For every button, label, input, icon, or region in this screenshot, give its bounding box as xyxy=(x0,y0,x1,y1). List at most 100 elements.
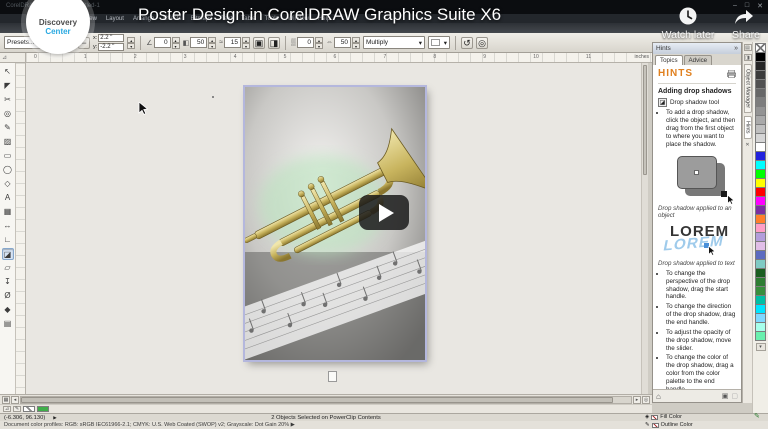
lorem-text: LOREM xyxy=(670,223,730,241)
docker-collapse-icon[interactable]: » xyxy=(734,44,738,54)
spin-down-icon[interactable]: ▾ xyxy=(208,42,217,49)
watch-later-clock-icon[interactable] xyxy=(678,6,698,26)
spin-down-icon[interactable]: ▾ xyxy=(315,42,323,49)
fill-color-swatch[interactable] xyxy=(651,414,659,420)
eyedropper-mini-icon[interactable]: ✎ xyxy=(13,406,21,412)
shape-tool[interactable]: ◤ xyxy=(2,80,14,92)
palette-flyout-icon[interactable]: ⊿ xyxy=(3,406,11,412)
table-tool[interactable]: ▦ xyxy=(2,206,14,218)
x-offset-field[interactable]: 2.2 " xyxy=(98,34,125,42)
gallery-icon[interactable]: ▣ xyxy=(722,392,729,400)
presets-label: Presets... xyxy=(7,39,35,46)
spin-down-icon[interactable]: ▾ xyxy=(352,42,360,49)
dock-options-icon[interactable]: ▤ xyxy=(743,44,752,51)
demo-start-handle xyxy=(694,169,699,175)
fill-outline-status: ◈ Fill Color ✎ Outline Color xyxy=(645,414,693,428)
zoom-tool[interactable]: ◎ xyxy=(2,108,14,120)
dimension-tool[interactable]: ↔ xyxy=(2,220,14,232)
copy-shadow-properties-button[interactable]: ↺ xyxy=(461,36,473,49)
feather-direction-button[interactable]: ▣ xyxy=(253,36,266,49)
outline-color-swatch[interactable] xyxy=(651,422,659,428)
document-no-color-swatch[interactable] xyxy=(23,406,35,412)
share-arrow-icon[interactable] xyxy=(734,9,754,26)
dock-tab-hints[interactable]: Hints xyxy=(743,116,752,139)
y-label: y: xyxy=(93,44,98,50)
hscroll-thumb[interactable] xyxy=(21,396,613,403)
video-title[interactable]: Poster Design in CorelDRAW Graphics Suit… xyxy=(138,5,501,25)
separator xyxy=(285,35,287,50)
app-root: CorelDRAW X6 (64-Bit) - Untitled-1 – □ ✕… xyxy=(0,0,768,429)
dock-tab-object-manager[interactable]: Object Manager xyxy=(743,64,752,114)
share-button[interactable]: Share xyxy=(726,29,766,41)
crop-tool[interactable]: ✂ xyxy=(2,94,14,106)
connector-tool[interactable]: ∟ xyxy=(2,234,14,246)
shadow-opacity-field[interactable]: 50 xyxy=(190,37,208,48)
merge-mode-value: Multiply xyxy=(366,39,389,46)
freehand-tool[interactable]: ✎ xyxy=(2,122,14,134)
caption-text: Drop shadow applied to text xyxy=(658,260,735,268)
drawing-canvas[interactable] xyxy=(26,63,648,394)
vscroll-thumb[interactable] xyxy=(643,65,647,175)
ruler-number: 7 xyxy=(383,54,387,60)
small-object-below-page[interactable] xyxy=(328,371,337,382)
palette-scroll-down-icon[interactable]: ▾ xyxy=(755,343,766,351)
outline-icon: ✎ xyxy=(645,422,650,428)
forward-icon[interactable]: ▢ xyxy=(731,392,738,400)
eyedropper-tool[interactable]: ↧ xyxy=(2,276,14,288)
spin-down-icon[interactable]: ▾ xyxy=(242,42,251,49)
ruler-number: 10 xyxy=(533,54,539,60)
spin-down-icon[interactable]: ▾ xyxy=(127,42,136,49)
fill-tool[interactable]: ◆ xyxy=(2,304,14,316)
close-icon[interactable]: ✕ xyxy=(757,2,763,10)
pick-tool[interactable]: ↖ xyxy=(2,66,14,78)
rectangle-tool[interactable]: ▭ xyxy=(2,150,14,162)
tab-advice[interactable]: Advice xyxy=(683,55,713,65)
stray-node-dot xyxy=(212,96,214,98)
clear-shadow-button[interactable]: ◎ xyxy=(476,36,488,49)
spin-down-icon[interactable]: ▾ xyxy=(171,42,180,49)
docker-tabs: Topics Advice xyxy=(653,54,741,65)
vertical-ruler[interactable] xyxy=(16,63,26,394)
interactive-fill-tool[interactable]: ▤ xyxy=(2,318,14,330)
merge-mode-dropdown[interactable]: Multiply ▾ xyxy=(363,36,425,49)
horizontal-ruler[interactable]: 0123456789101112 inches xyxy=(26,53,652,63)
transparency-tool[interactable]: ▱ xyxy=(2,262,14,274)
menu-item[interactable]: Layout xyxy=(106,16,124,22)
printer-icon[interactable] xyxy=(727,70,736,79)
watch-later-button[interactable]: Watch later xyxy=(648,29,728,41)
shadow-angle-field[interactable]: 0 xyxy=(153,37,171,48)
scroll-right-icon[interactable]: ▸ xyxy=(633,395,641,404)
document-navigator-icon[interactable]: ▦ xyxy=(2,395,10,404)
shadow-angle-group: ∠ 0 ▴ ▾ xyxy=(146,36,180,49)
shadow-stretch-field[interactable]: 50 xyxy=(334,37,351,48)
youtube-play-button[interactable] xyxy=(359,195,409,230)
drop-shadow-object-demo xyxy=(658,151,736,205)
ellipse-tool[interactable]: ◯ xyxy=(2,164,14,176)
document-color-swatch[interactable] xyxy=(37,406,49,412)
offset-spinner[interactable]: ▴ ▾ xyxy=(127,36,136,49)
smart-fill-tool[interactable]: ▨ xyxy=(2,136,14,148)
x-label: x: xyxy=(93,35,98,41)
text-tool[interactable]: A xyxy=(2,192,14,204)
canvas-vertical-scrollbar[interactable] xyxy=(641,63,648,394)
horizontal-scrollbar[interactable] xyxy=(20,395,632,404)
scroll-left-icon[interactable]: ◂ xyxy=(11,395,19,404)
shadow-feather-field[interactable]: 15 xyxy=(224,37,242,48)
polygon-tool[interactable]: ◇ xyxy=(2,178,14,190)
shadow-opacity-group: ◧ 50 ▴ ▾ xyxy=(183,36,217,49)
hint-bullet: To adjust the opacity of the drop shadow… xyxy=(666,329,736,353)
docker-titlebar: Hints » xyxy=(653,43,741,54)
zoom-scroll-icon[interactable]: ◎ xyxy=(642,395,650,404)
feather-edges-button[interactable]: ◨ xyxy=(268,36,281,49)
ruler-origin-icon[interactable]: ⊿ xyxy=(0,53,26,63)
home-icon[interactable]: ⌂ xyxy=(656,392,661,401)
dock-close-icon[interactable]: ✕ xyxy=(745,142,749,148)
dock-layout-icon[interactable]: ◨ xyxy=(743,54,752,61)
shadow-color-picker[interactable]: ▾ xyxy=(428,36,450,49)
drop-shadow-tool[interactable]: ◪ xyxy=(1,248,14,260)
tab-topics[interactable]: Topics xyxy=(655,55,683,65)
shadow-fade-field[interactable]: 0 xyxy=(297,37,314,48)
outline-pen-tool[interactable]: Ø xyxy=(2,290,14,302)
y-offset-field[interactable]: -2.2 " xyxy=(98,43,125,51)
palette-swatch[interactable] xyxy=(755,331,766,341)
